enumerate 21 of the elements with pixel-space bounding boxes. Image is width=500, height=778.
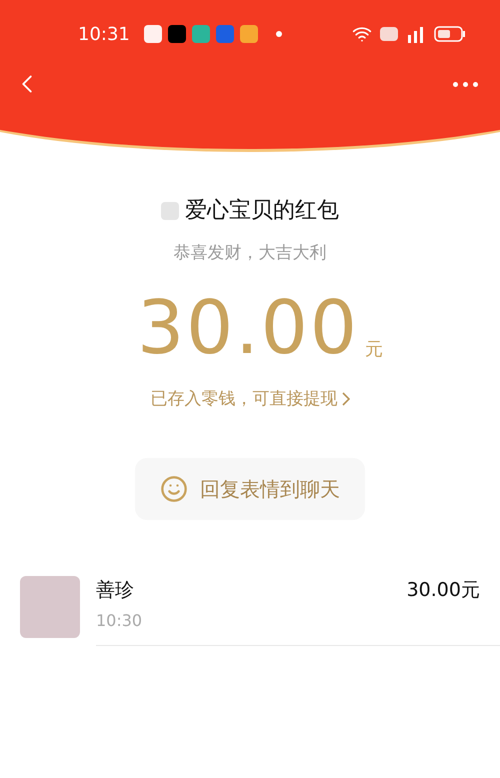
chevron-right-icon: [342, 392, 350, 406]
app-notification-icon: [216, 25, 234, 43]
greeting-text: 恭喜发财，大吉大利: [174, 242, 326, 265]
smiley-icon: [160, 475, 188, 503]
received-amount: 30.00元: [406, 578, 480, 603]
status-time: 10:31: [78, 22, 130, 46]
balance-link[interactable]: 已存入零钱，可直接提现: [150, 386, 350, 412]
sender-avatar: [161, 202, 179, 220]
recipient-name: 善珍: [96, 578, 135, 603]
battery-icon: [434, 25, 466, 43]
currency-unit: 元: [364, 338, 383, 362]
amount-text: 30.00: [137, 290, 359, 364]
reply-sticker-button[interactable]: 回复表情到聊天: [135, 458, 365, 520]
photo-placeholder: [20, 576, 80, 638]
envelope-title: 爱心宝贝的红包: [185, 197, 339, 225]
more-button[interactable]: [453, 82, 478, 86]
app-notification-icon: [192, 25, 210, 43]
app-notification-icon: [144, 25, 162, 43]
app-notification-icon: [240, 25, 258, 43]
app-notification-icon: [168, 25, 186, 43]
received-time: 10:30: [96, 610, 142, 632]
